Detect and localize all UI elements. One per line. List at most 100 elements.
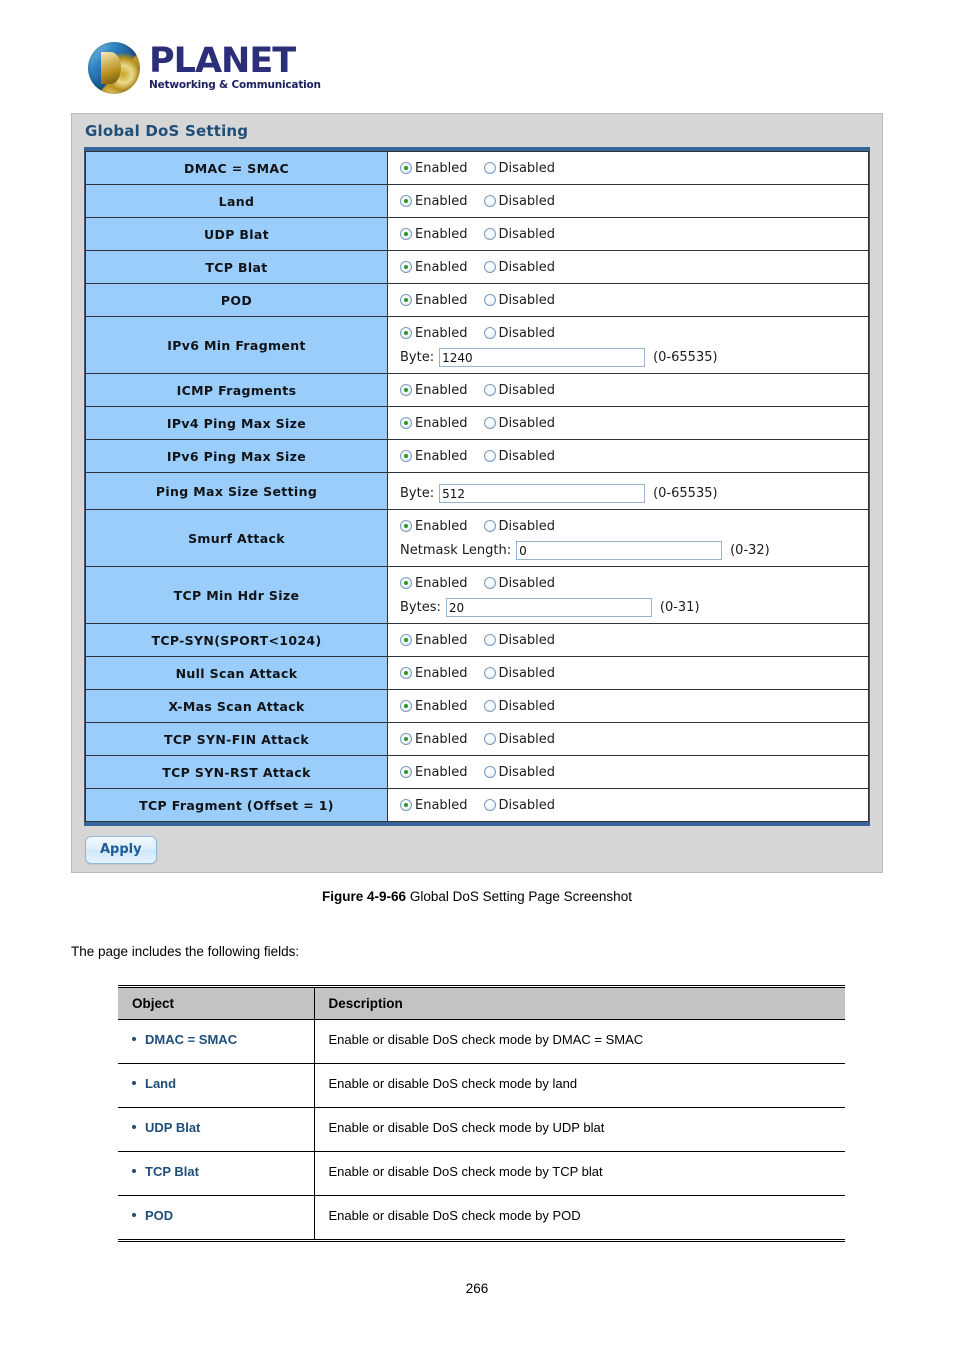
dos-setting-control-cell: Enabled Disabled	[387, 439, 869, 473]
radio-option-disabled[interactable]: Disabled	[483, 383, 555, 398]
radio-option-disabled[interactable]: Disabled	[483, 633, 555, 648]
radio-disabled-icon[interactable]	[483, 261, 496, 273]
radio-option-enabled[interactable]: Enabled	[400, 260, 468, 275]
dos-setting-label: TCP Blat	[85, 250, 388, 284]
radio-option-disabled[interactable]: Disabled	[483, 518, 556, 534]
radio-disabled-icon[interactable]	[483, 417, 496, 429]
radio-disabled-icon[interactable]	[483, 195, 496, 207]
dos-setting-label: Ping Max Size Setting	[85, 472, 388, 510]
radio-enabled-icon[interactable]	[400, 294, 412, 306]
radio-disabled-icon[interactable]	[483, 634, 496, 646]
radio-disabled-icon[interactable]	[483, 327, 496, 339]
radio-disabled-icon[interactable]	[483, 520, 496, 532]
radio-enabled-icon[interactable]	[400, 577, 412, 589]
radio-enabled-label: Enabled	[415, 292, 468, 308]
radio-disabled-label: Disabled	[498, 415, 556, 431]
radio-option-enabled[interactable]: Enabled	[400, 161, 468, 176]
radio-option-enabled[interactable]: Enabled	[400, 699, 468, 714]
radio-option-disabled[interactable]: Disabled	[483, 698, 556, 714]
radio-option-disabled[interactable]: Disabled	[483, 732, 555, 747]
radio-disabled-icon[interactable]	[483, 733, 496, 745]
radio-option-disabled[interactable]: Disabled	[483, 415, 556, 431]
radio-option-enabled[interactable]: Enabled	[400, 326, 468, 341]
radio-option-enabled[interactable]: Enabled	[400, 227, 468, 242]
radio-disabled-icon[interactable]	[483, 228, 496, 240]
numeric-field-input[interactable]	[516, 541, 723, 560]
enable-disable-radio-group: Enabled Disabled	[400, 573, 868, 593]
radio-enabled-icon[interactable]	[400, 228, 412, 240]
radio-disabled-icon[interactable]	[483, 766, 496, 778]
radio-enabled-icon[interactable]	[400, 417, 412, 429]
radio-option-enabled[interactable]: Enabled	[400, 194, 468, 209]
radio-disabled-icon[interactable]	[483, 667, 496, 679]
radio-option-enabled[interactable]: Enabled	[400, 519, 468, 534]
radio-disabled-icon[interactable]	[483, 700, 496, 712]
radio-enabled-icon[interactable]	[400, 733, 412, 745]
radio-option-enabled[interactable]: Enabled	[400, 633, 468, 648]
radio-enabled-icon[interactable]	[400, 700, 412, 712]
radio-enabled-icon[interactable]	[400, 766, 412, 778]
radio-option-enabled[interactable]: Enabled	[400, 765, 468, 780]
radio-disabled-icon[interactable]	[483, 799, 496, 811]
radio-option-enabled[interactable]: Enabled	[400, 416, 468, 431]
dos-setting-control-cell: Enabled Disabled	[387, 406, 869, 440]
dos-setting-control-cell: Enabled Disabled Byte: (0-65535)	[387, 316, 869, 374]
radio-option-enabled[interactable]: Enabled	[400, 383, 468, 398]
object-bullet-item: POD	[132, 1208, 314, 1223]
radio-disabled-label: Disabled	[498, 797, 556, 813]
radio-enabled-icon[interactable]	[400, 520, 412, 532]
radio-disabled-label: Disabled	[498, 698, 556, 714]
radio-disabled-icon[interactable]	[483, 162, 496, 174]
radio-enabled-icon[interactable]	[400, 799, 412, 811]
radio-option-disabled[interactable]: Disabled	[483, 260, 555, 275]
radio-disabled-icon[interactable]	[483, 384, 496, 396]
radio-option-disabled[interactable]: Disabled	[483, 194, 555, 209]
apply-button[interactable]: Apply	[85, 836, 157, 864]
radio-option-enabled[interactable]: Enabled	[400, 449, 468, 464]
dos-setting-row: DMAC = SMAC Enabled Disabled	[85, 151, 869, 185]
numeric-field-input[interactable]	[439, 484, 646, 503]
dos-setting-control-cell: Enabled Disabled	[387, 250, 869, 284]
radio-option-enabled[interactable]: Enabled	[400, 798, 468, 813]
radio-enabled-icon[interactable]	[400, 634, 412, 646]
logo-text-block: PLANET Networking & Communication	[149, 43, 321, 91]
radio-enabled-icon[interactable]	[400, 450, 412, 462]
radio-option-disabled[interactable]: Disabled	[483, 293, 555, 308]
page-title: Global DoS Setting	[85, 122, 249, 140]
table-header-row: Object Description	[118, 986, 845, 1020]
dos-setting-row: UDP Blat Enabled Disabled	[85, 217, 869, 251]
figure-caption: Figure 4-9-66 Global DoS Setting Page Sc…	[0, 889, 954, 904]
radio-enabled-icon[interactable]	[400, 162, 412, 174]
radio-option-disabled[interactable]: Disabled	[483, 227, 555, 242]
radio-option-enabled[interactable]: Enabled	[400, 666, 468, 681]
globe-icon	[88, 42, 140, 94]
radio-option-disabled[interactable]: Disabled	[483, 797, 556, 813]
numeric-field-input[interactable]	[445, 598, 652, 617]
radio-option-disabled[interactable]: Disabled	[483, 326, 555, 341]
radio-enabled-icon[interactable]	[400, 327, 412, 339]
dos-setting-control-cell: Byte: (0-65535)	[387, 472, 869, 510]
radio-option-disabled[interactable]: Disabled	[483, 666, 555, 681]
enable-disable-radio-group: Enabled Disabled	[400, 257, 868, 277]
radio-enabled-icon[interactable]	[400, 195, 412, 207]
dos-setting-label: IPv6 Min Fragment	[85, 316, 388, 374]
radio-option-disabled[interactable]: Disabled	[483, 161, 555, 176]
radio-enabled-icon[interactable]	[400, 261, 412, 273]
radio-enabled-icon[interactable]	[400, 384, 412, 396]
radio-option-enabled[interactable]: Enabled	[400, 576, 468, 591]
numeric-field-input[interactable]	[439, 348, 646, 367]
radio-disabled-icon[interactable]	[483, 577, 496, 589]
dos-setting-row: POD Enabled Disabled	[85, 283, 869, 317]
radio-option-disabled[interactable]: Disabled	[483, 449, 555, 464]
radio-disabled-icon[interactable]	[483, 450, 496, 462]
radio-option-enabled[interactable]: Enabled	[400, 293, 468, 308]
radio-disabled-label: Disabled	[498, 518, 556, 534]
radio-option-enabled[interactable]: Enabled	[400, 732, 468, 747]
radio-option-disabled[interactable]: Disabled	[483, 576, 555, 591]
radio-enabled-icon[interactable]	[400, 667, 412, 679]
radio-disabled-icon[interactable]	[483, 294, 496, 306]
radio-enabled-label: Enabled	[415, 325, 468, 341]
description-cell: Enable or disable DoS check mode by land	[314, 1063, 845, 1108]
radio-option-disabled[interactable]: Disabled	[483, 765, 555, 780]
object-cell: POD	[118, 1195, 315, 1241]
